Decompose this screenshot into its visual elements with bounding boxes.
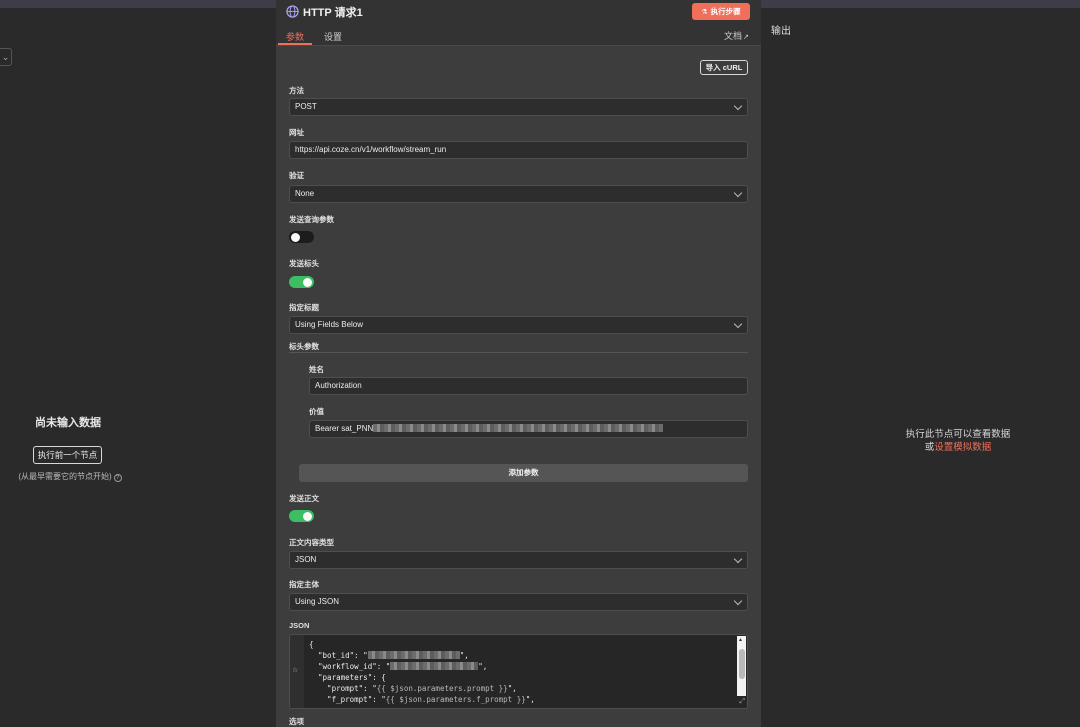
- scroll-up-icon[interactable]: ▲: [738, 637, 743, 643]
- toggle-knob: [303, 511, 312, 521]
- chevron-down-icon: [733, 188, 743, 198]
- send-body-toggle[interactable]: [289, 510, 314, 522]
- json-text: "prompt": ": [309, 684, 377, 693]
- body-type-value: JSON: [295, 555, 317, 564]
- redacted-value: [390, 662, 479, 670]
- toggle-knob: [291, 232, 300, 242]
- json-expression: {{ $json.parameters.f_prompt }}: [385, 695, 526, 704]
- header-value-label: 价值: [309, 407, 324, 416]
- execute-hint: (从最早需要它的节点开始)?: [0, 471, 140, 482]
- execute-step-label: 执行步骤: [710, 7, 741, 16]
- specify-body-label: 指定主体: [289, 580, 319, 589]
- execute-hint-text: (从最早需要它的节点开始): [18, 472, 112, 481]
- input-panel: [0, 8, 276, 727]
- output-title: 输出: [771, 26, 791, 37]
- json-expression: {{ $json.parameters.prompt }}: [376, 684, 508, 693]
- json-line: "parameters": {: [309, 673, 386, 682]
- no-input-title: 尚未输入数据: [35, 417, 101, 429]
- json-text: "bot_id": ": [309, 651, 368, 660]
- output-panel: [761, 8, 1080, 727]
- execute-previous-node-button[interactable]: 执行前一个节点: [33, 446, 102, 464]
- json-text: ",: [478, 662, 488, 671]
- json-code[interactable]: { "bot_id": " ", "workflow_id": " ", "para…: [309, 639, 535, 705]
- body-type-select[interactable]: JSON: [289, 551, 748, 569]
- json-text: ",: [459, 651, 469, 660]
- method-label: 方法: [289, 86, 304, 95]
- http-request-node-panel: HTTP 请求1 ⚗ 执行步骤 参数 设置 文档↗ 导入 cURL 方法 POST…: [276, 0, 761, 727]
- json-line: "f_prompt": "{{ $json.parameters.f_promp…: [309, 694, 535, 705]
- expand-editor-icon[interactable]: ⤢: [739, 698, 745, 706]
- auth-label: 验证: [289, 171, 304, 180]
- node-title[interactable]: HTTP 请求1: [303, 4, 363, 20]
- chevron-down-icon: [733, 554, 743, 564]
- flask-icon: ⚗: [701, 9, 708, 16]
- json-text: "f_prompt": ": [309, 695, 386, 704]
- header-name-value: Authorization: [315, 381, 362, 390]
- output-empty-message: 执行此节点可以查看数据 或设置模拟数据: [880, 428, 1036, 454]
- method-select[interactable]: POST: [289, 98, 748, 116]
- specify-body-value: Using JSON: [295, 597, 340, 606]
- json-line: {: [309, 640, 314, 649]
- auth-value: None: [295, 189, 315, 198]
- specify-headers-value: Using Fields Below: [295, 320, 364, 329]
- auth-select[interactable]: None: [289, 185, 748, 203]
- header-name-input[interactable]: Authorization: [309, 377, 748, 395]
- json-text: ",: [525, 695, 535, 704]
- json-text: "workflow_id": ": [309, 662, 391, 671]
- tab-settings[interactable]: 设置: [324, 30, 342, 43]
- header-params-label: 标头参数: [289, 342, 319, 351]
- import-curl-button[interactable]: 导入 cURL: [700, 60, 748, 75]
- send-headers-label: 发送标头: [289, 259, 319, 268]
- options-label: 选项: [289, 717, 304, 726]
- json-gutter: fx: [290, 635, 304, 708]
- chevron-down-icon: ⌄: [1, 52, 10, 62]
- specify-headers-label: 指定标题: [289, 303, 319, 312]
- expression-icon: fx: [293, 668, 298, 674]
- active-tab-indicator: [278, 43, 312, 45]
- specify-body-select[interactable]: Using JSON: [289, 593, 748, 611]
- send-query-label: 发送查询参数: [289, 215, 334, 224]
- node-header: HTTP 请求1 ⚗ 执行步骤 参数 设置 文档↗: [276, 0, 761, 46]
- external-link-icon: ↗: [743, 34, 749, 41]
- execute-step-button[interactable]: ⚗ 执行步骤: [692, 3, 750, 20]
- send-headers-toggle[interactable]: [289, 276, 314, 288]
- output-empty-text: 执行此节点可以查看数据: [905, 429, 1011, 440]
- send-body-label: 发送正文: [289, 494, 319, 503]
- url-label: 网址: [289, 128, 304, 137]
- json-line: "bot_id": " ",: [309, 650, 535, 661]
- help-icon[interactable]: ?: [113, 474, 122, 482]
- json-label: JSON: [289, 621, 310, 630]
- globe-icon: [286, 5, 299, 18]
- add-parameter-button[interactable]: 添加参数: [299, 464, 748, 482]
- chevron-down-icon: [733, 319, 743, 329]
- send-query-toggle[interactable]: [289, 231, 314, 243]
- scroll-thumb[interactable]: [738, 649, 745, 679]
- header-value-input[interactable]: Bearer sat_PNN: [309, 420, 748, 438]
- collapse-toggle[interactable]: ⌄: [0, 48, 12, 66]
- json-scrollbar[interactable]: ▲: [737, 636, 746, 696]
- json-text: ",: [507, 684, 517, 693]
- tab-parameters[interactable]: 参数: [286, 30, 304, 43]
- chevron-down-icon: [733, 596, 743, 606]
- header-value-value: Bearer sat_PNN: [315, 424, 374, 433]
- or-text: 或: [924, 442, 935, 453]
- header-name-label: 姓名: [309, 365, 324, 374]
- json-editor[interactable]: fx { "bot_id": " ", "workflow_id": " ", "p…: [289, 634, 748, 709]
- specify-headers-select[interactable]: Using Fields Below: [289, 316, 748, 334]
- set-mock-data-link[interactable]: 设置模拟数据: [934, 442, 991, 453]
- json-line: "workflow_id": " ",: [309, 661, 535, 672]
- redacted-value: [367, 651, 460, 659]
- chevron-down-icon: [733, 101, 743, 111]
- toggle-knob: [303, 277, 312, 287]
- method-value: POST: [295, 102, 317, 111]
- json-line: "prompt": "{{ $json.parameters.prompt }}…: [309, 683, 535, 694]
- docs-label: 文档: [724, 31, 743, 41]
- body-type-label: 正文内容类型: [289, 538, 334, 547]
- url-input[interactable]: https://api.coze.cn/v1/workflow/stream_r…: [289, 141, 748, 159]
- divider: [289, 352, 748, 353]
- url-value: https://api.coze.cn/v1/workflow/stream_r…: [295, 145, 447, 154]
- docs-link[interactable]: 文档↗: [724, 29, 749, 42]
- redacted-token: [373, 424, 664, 432]
